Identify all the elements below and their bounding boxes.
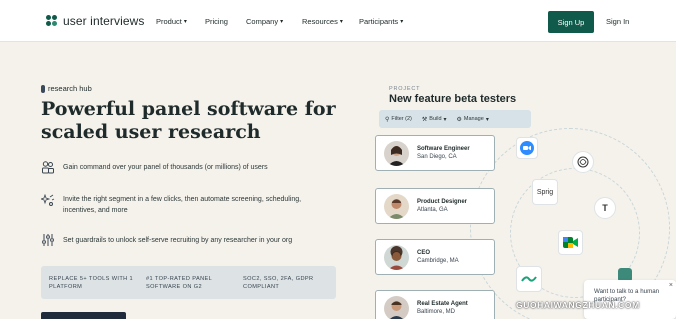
feature-text: Set guardrails to unlock self-serve recr…	[63, 237, 293, 244]
participant-role: CEO	[417, 250, 431, 256]
participant-location: Baltimore, MD	[417, 309, 456, 315]
manage-button[interactable]: ⚙ Manage ▾	[457, 116, 489, 123]
tilde-icon	[516, 266, 542, 292]
participant-location: San Diego, CA	[417, 154, 457, 160]
filter-icon: ⚲	[385, 116, 390, 123]
people-icon	[41, 160, 55, 174]
page-title: Powerful panel software for scaled user …	[41, 98, 336, 143]
eyebrow: research hub	[41, 84, 92, 93]
participant-location: Cambridge, MA	[417, 258, 459, 264]
participant-role: Software Engineer	[417, 146, 470, 152]
nav-resources[interactable]: Resources ▾	[302, 17, 343, 26]
sprig-icon: Sprig	[532, 179, 558, 205]
participant-card[interactable]: CEO Cambridge, MA	[375, 239, 495, 275]
chevron-down-icon: ▾	[183, 19, 187, 25]
sprig-label: Sprig	[536, 188, 554, 196]
stat-item: SOC2, SSO, 2FA, GDPR compliant	[243, 275, 314, 290]
chevron-down-icon: ▾	[443, 116, 447, 123]
eyebrow-text: research hub	[48, 84, 92, 93]
nav-pricing[interactable]: Pricing	[205, 17, 228, 26]
feature-item: Gain command over your panel of thousand…	[41, 160, 333, 174]
project-title: New feature beta testers	[389, 93, 517, 105]
gear-icon: ⚙	[456, 116, 462, 123]
project-toolbar: ⚲ Filter (2) ⚒ Build ▾ ⚙ Manage ▾	[379, 110, 531, 128]
nav-pricing-label: Pricing	[205, 17, 228, 26]
zoom-icon	[516, 137, 538, 159]
stat-item: #1 top-rated panel software on G2	[146, 275, 212, 290]
top-nav: user interviews Product ▾ Pricing Compan…	[0, 0, 676, 42]
sign-in-link[interactable]: Sign In	[606, 17, 629, 26]
sparkle-icon	[39, 193, 55, 208]
google-meet-icon	[558, 230, 583, 255]
build-button[interactable]: ⚒ Build ▾	[422, 116, 447, 123]
chevron-down-icon: ▾	[485, 116, 489, 123]
nav-company-label: Company	[246, 17, 279, 26]
logo[interactable]: user interviews	[46, 14, 145, 28]
sliders-icon	[41, 233, 55, 247]
avatar	[384, 244, 409, 270]
chevron-down-icon: ▾	[280, 19, 284, 25]
chevron-down-icon: ▾	[339, 19, 343, 25]
stats-bar: Replace 5+ tools with 1 platform #1 top-…	[41, 266, 336, 299]
logo-icon	[46, 15, 58, 27]
nav-company[interactable]: Company ▾	[246, 17, 283, 26]
manage-label: Manage	[463, 116, 484, 122]
logo-text: user interviews	[63, 14, 145, 28]
chevron-down-icon: ▾	[400, 19, 404, 25]
stat-item: Replace 5+ tools with 1 platform	[49, 275, 134, 290]
typeform-icon: T	[594, 197, 616, 219]
nav-participants[interactable]: Participants ▾	[359, 17, 403, 26]
feature-item: Set guardrails to unlock self-serve recr…	[41, 233, 333, 247]
participant-card[interactable]: Product Designer Atlanta, GA	[375, 188, 495, 224]
participant-role: Product Designer	[417, 199, 468, 205]
nav-product-label: Product	[156, 17, 182, 26]
build-label: Build	[429, 116, 442, 122]
filter-label: Filter (2)	[391, 116, 412, 122]
feature-text: Gain command over your panel of thousand…	[63, 164, 268, 171]
feature-text: Invite the right segment in a few clicks…	[63, 196, 302, 214]
watermark: GUOHAIWANGZHUAN.COM	[516, 300, 640, 310]
participant-card[interactable]: Software Engineer San Diego, CA	[375, 135, 495, 171]
research-hub-icon	[41, 84, 45, 93]
participant-card[interactable]: Real Estate Agent Baltimore, MD	[375, 290, 495, 319]
cta-button[interactable]	[41, 312, 126, 319]
feature-item: Invite the right segment in a few clicks…	[39, 193, 333, 216]
avatar	[384, 140, 409, 166]
nav-resources-label: Resources	[302, 17, 338, 26]
typeform-label: T	[602, 203, 608, 213]
chatgpt-icon	[572, 151, 594, 173]
sign-up-button[interactable]: Sign Up	[548, 11, 594, 33]
project-label: PROJECT	[389, 86, 421, 92]
filter-button[interactable]: ⚲ Filter (2)	[385, 116, 412, 123]
avatar	[384, 295, 409, 319]
build-icon: ⚒	[421, 116, 428, 123]
nav-product[interactable]: Product ▾	[156, 17, 187, 26]
close-icon[interactable]: ×	[669, 282, 673, 290]
participant-location: Atlanta, GA	[417, 207, 448, 213]
avatar	[384, 193, 409, 219]
participant-role: Real Estate Agent	[417, 301, 468, 307]
nav-participants-label: Participants	[359, 17, 399, 26]
